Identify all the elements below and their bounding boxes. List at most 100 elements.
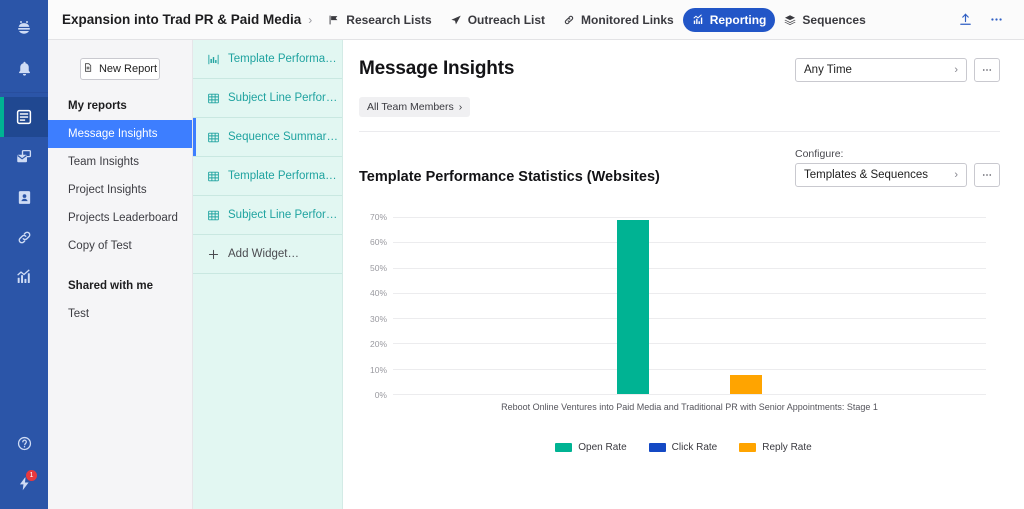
page-title: Message Insights <box>359 58 515 79</box>
chart-gridline: 40% <box>370 288 986 298</box>
widget-more-button[interactable] <box>974 163 1000 187</box>
chart-y-tick-label: 10% <box>369 364 387 375</box>
widget-item-label: Template Performanc… <box>228 170 342 182</box>
chart-y-tick-label: 20% <box>369 339 387 350</box>
team-members-filter-chip[interactable]: All Team Members › <box>359 97 471 117</box>
chart-gridline: 60% <box>370 237 986 247</box>
layers-icon <box>784 14 796 26</box>
table-icon <box>207 209 220 222</box>
notifications-icon[interactable] <box>0 48 48 88</box>
more-options-icon <box>982 69 992 71</box>
chart-bar-reply-rate[interactable] <box>729 375 763 394</box>
new-report-button[interactable]: New Report <box>80 58 160 80</box>
new-report-icon <box>83 62 93 76</box>
chart-plot-area: Reboot Online Ventures into Paid Media a… <box>370 212 986 412</box>
widget-item-template-performance-chart[interactable]: Template Performanc… <box>193 40 342 79</box>
whats-new-badge: 1 <box>25 469 38 482</box>
sidebar-item-message-insights[interactable]: Message Insights <box>48 120 192 148</box>
inbox-icon[interactable] <box>0 137 48 177</box>
more-options-icon[interactable] <box>981 12 1012 27</box>
widget-item-subject-line-performance-2[interactable]: Subject Line Perform… <box>193 196 342 235</box>
reports-icon[interactable] <box>0 97 48 137</box>
my-reports-heading: My reports <box>68 100 127 112</box>
legend-label: Open Rate <box>578 442 627 453</box>
link-icon <box>563 14 575 26</box>
chart-y-tick-label: 0% <box>374 390 387 400</box>
widget-item-label: Subject Line Perform… <box>228 92 342 104</box>
tab-sequences[interactable]: Sequences <box>775 8 874 32</box>
flag-icon <box>328 14 340 26</box>
widget-item-label: Template Performanc… <box>228 53 342 65</box>
tab-outreach-list[interactable]: Outreach List <box>441 8 554 32</box>
chart-x-axis-label: Reboot Online Ventures into Paid Media a… <box>501 402 878 412</box>
legend-label: Click Rate <box>671 442 718 453</box>
table-icon <box>207 170 220 183</box>
bar-chart-icon <box>207 53 220 66</box>
rail-top-group <box>0 0 48 297</box>
configure-group: Configure: Templates & Sequences › <box>795 148 1000 187</box>
sidebar-item-project-insights[interactable]: Project Insights <box>48 176 192 204</box>
chevron-right-icon: › <box>954 64 958 76</box>
tab-monitored-links-label: Monitored Links <box>581 12 674 27</box>
upload-icon[interactable] <box>950 12 981 27</box>
team-members-filter-label: All Team Members <box>367 101 454 113</box>
time-filter-select[interactable]: Any Time › <box>795 58 967 82</box>
body-area: New Report My reports Message Insights T… <box>48 40 1024 509</box>
time-filter-more-button[interactable] <box>974 58 1000 82</box>
chart-y-tick-label: 70% <box>369 212 387 222</box>
chart-y-tick-label: 60% <box>369 237 387 248</box>
whats-new-icon[interactable]: 1 <box>0 463 48 503</box>
contacts-icon[interactable] <box>0 177 48 217</box>
legend-item-click-rate[interactable]: Click Rate <box>648 442 718 453</box>
tab-research-lists[interactable]: Research Lists <box>319 8 440 32</box>
chart-gridline: 70% <box>370 212 986 222</box>
rail-divider <box>0 92 48 93</box>
right-pane: Expansion into Trad PR & Paid Media › Re… <box>48 0 1024 509</box>
legend-item-open-rate[interactable]: Open Rate <box>555 442 627 453</box>
widget-item-subject-line-performance-1[interactable]: Subject Line Perform… <box>193 79 342 118</box>
configure-select[interactable]: Templates & Sequences › <box>795 163 967 187</box>
widget-item-template-performance-table[interactable]: Template Performanc… <box>193 157 342 196</box>
time-filter-value: Any Time <box>804 64 852 76</box>
logo-icon[interactable] <box>0 8 48 48</box>
table-icon <box>207 131 220 144</box>
tab-sequences-label: Sequences <box>802 12 866 27</box>
rail-bottom-group: 1 <box>0 423 48 503</box>
legend-item-reply-rate[interactable]: Reply Rate <box>739 442 812 453</box>
tab-research-lists-label: Research Lists <box>346 12 432 27</box>
sidebar-item-projects-leaderboard[interactable]: Projects Leaderboard <box>48 204 192 232</box>
shared-with-me-heading: Shared with me <box>68 280 153 292</box>
sidebar-item-test[interactable]: Test <box>48 300 192 328</box>
widget-header: Template Performance Statistics (Website… <box>343 132 1024 187</box>
main-header: Message Insights Any Time › All Team Mem… <box>343 40 1024 132</box>
legend-swatch <box>739 443 757 452</box>
new-report-label: New Report <box>98 63 158 75</box>
sidebar-item-team-insights[interactable]: Team Insights <box>48 148 192 176</box>
add-widget-button[interactable]: Add Widget… <box>193 235 342 274</box>
chart-bar-open-rate[interactable] <box>616 219 650 394</box>
help-icon[interactable] <box>0 423 48 463</box>
widget-item-sequence-summary[interactable]: Sequence Summary … <box>193 118 342 157</box>
chart-gridline: 50% <box>370 263 986 273</box>
app-root: 1 Expansion into Trad PR & Paid Media › … <box>0 0 1024 509</box>
chart-gridline: 0% <box>375 390 986 400</box>
links-icon[interactable] <box>0 217 48 257</box>
widget-title: Template Performance Statistics (Website… <box>359 169 660 185</box>
chart-y-tick-label: 30% <box>369 313 387 324</box>
analytics-icon[interactable] <box>0 257 48 297</box>
chart-gridline: 10% <box>370 365 986 375</box>
tab-outreach-list-label: Outreach List <box>467 12 546 27</box>
plus-icon <box>207 248 220 261</box>
chart-legend: Open Rate Click Rate Reply Rate <box>343 442 1024 453</box>
widgets-panel: Template Performanc… Subject Line Perfor… <box>193 40 343 509</box>
legend-label: Reply Rate <box>762 442 812 453</box>
table-icon <box>207 92 220 105</box>
tab-reporting[interactable]: Reporting <box>682 7 776 32</box>
chart-gridline: 20% <box>370 339 986 349</box>
sidebar-item-copy-of-test[interactable]: Copy of Test <box>48 232 192 260</box>
chart-gridline: 30% <box>370 314 986 324</box>
project-title[interactable]: Expansion into Trad PR & Paid Media <box>62 12 301 27</box>
more-options-icon <box>982 174 992 176</box>
tab-monitored-links[interactable]: Monitored Links <box>554 8 683 32</box>
chevron-right-icon: › <box>458 101 463 113</box>
